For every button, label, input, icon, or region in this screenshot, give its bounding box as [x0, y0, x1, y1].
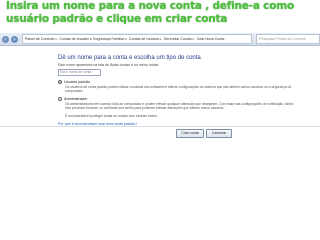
password-recommendation: É recomendável proteger todas as contas …: [65, 113, 158, 118]
breadcrumb-item[interactable]: Gerenciar Contas: [164, 37, 192, 41]
address-bar: ‹ › Painel de Controle▸ Contas de Usuári…: [0, 33, 320, 46]
control-panel-window: ‹ › Painel de Controle▸ Contas de Usuári…: [0, 33, 320, 240]
account-name-input[interactable]: Novo nome de conta: [58, 68, 101, 76]
page-title: Dê um nome para a conta e escolha um tip…: [58, 55, 201, 61]
administrator-description: Os administradores têm acesso total ao c…: [65, 101, 294, 110]
standard-user-radio[interactable]: [58, 80, 62, 84]
breadcrumb[interactable]: Painel de Controle▸ Contas de Usuário e …: [21, 34, 253, 44]
forward-icon[interactable]: ›: [10, 35, 18, 43]
search-input[interactable]: Pesquisar Painel de Controle: [256, 34, 320, 44]
help-link[interactable]: Por que é recomendável usar uma conta pa…: [58, 122, 298, 126]
caption-line-2: usuário padrão e clique em criar conta: [6, 12, 228, 25]
create-account-button[interactable]: Criar conta: [176, 129, 204, 138]
administrator-radio[interactable]: [58, 97, 62, 101]
caption-line-1: Insira um nome para a nova conta , defin…: [6, 0, 294, 12]
breadcrumb-item[interactable]: Criar Nova Conta: [197, 37, 225, 41]
create-account-form: Dê um nome para a conta e escolha um tip…: [58, 55, 298, 126]
breadcrumb-item[interactable]: Painel de Controle: [25, 37, 55, 41]
standard-user-description: Os usuários de conta padrão podem utiliz…: [65, 84, 292, 93]
name-instruction: Este nome aparecerá na tela de Boas-vind…: [58, 63, 160, 67]
tutorial-caption: Insira um nome para a nova conta , defin…: [0, 0, 320, 32]
administrator-label: Administrador: [64, 96, 88, 101]
breadcrumb-item[interactable]: Contas de Usuário: [129, 37, 159, 41]
back-icon[interactable]: ‹: [2, 35, 9, 43]
cancel-button[interactable]: Cancelar: [206, 129, 232, 138]
standard-user-label: Usuário padrão: [64, 79, 90, 84]
divider: [0, 126, 320, 127]
breadcrumb-item[interactable]: Contas de Usuário e Segurança Familiar: [59, 37, 124, 41]
